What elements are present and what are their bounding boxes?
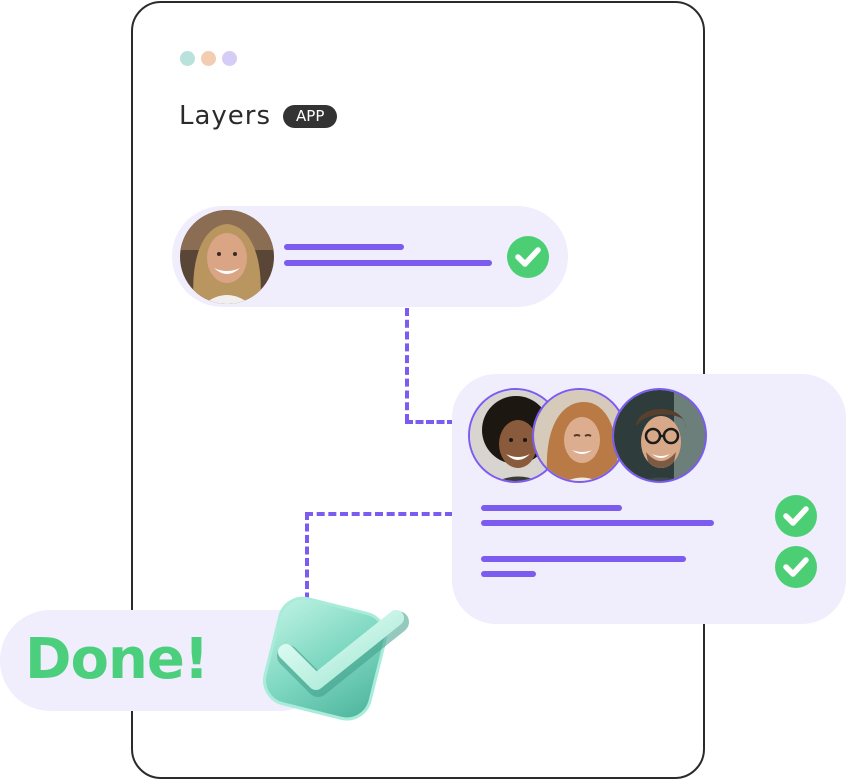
3d-check-icon (252, 590, 412, 730)
page-title: Layers (179, 101, 272, 131)
team-card[interactable] (452, 374, 846, 624)
person-avatar-glasses[interactable] (612, 388, 707, 483)
text-placeholder-bar (481, 571, 536, 577)
window-dot-teal[interactable] (180, 51, 195, 66)
connector-line (405, 420, 455, 424)
task-card[interactable] (172, 206, 568, 307)
text-placeholder-bar (481, 556, 686, 562)
text-placeholder-bar (481, 520, 714, 526)
connector-line (305, 512, 453, 516)
check-circle-icon (775, 495, 817, 537)
app-badge: APP (283, 104, 338, 128)
person-avatar-woman[interactable] (180, 210, 274, 304)
check-circle-icon (775, 546, 817, 588)
window-dot-lavender[interactable] (222, 51, 237, 66)
text-placeholder-bar (284, 260, 492, 266)
window-dot-peach[interactable] (201, 51, 216, 66)
check-circle-icon (507, 236, 549, 278)
text-placeholder-bar (481, 505, 622, 511)
done-label: Done! (25, 627, 209, 692)
text-placeholder-bar (284, 244, 404, 250)
title-row: Layers APP (179, 101, 338, 131)
connector-line (405, 308, 409, 422)
